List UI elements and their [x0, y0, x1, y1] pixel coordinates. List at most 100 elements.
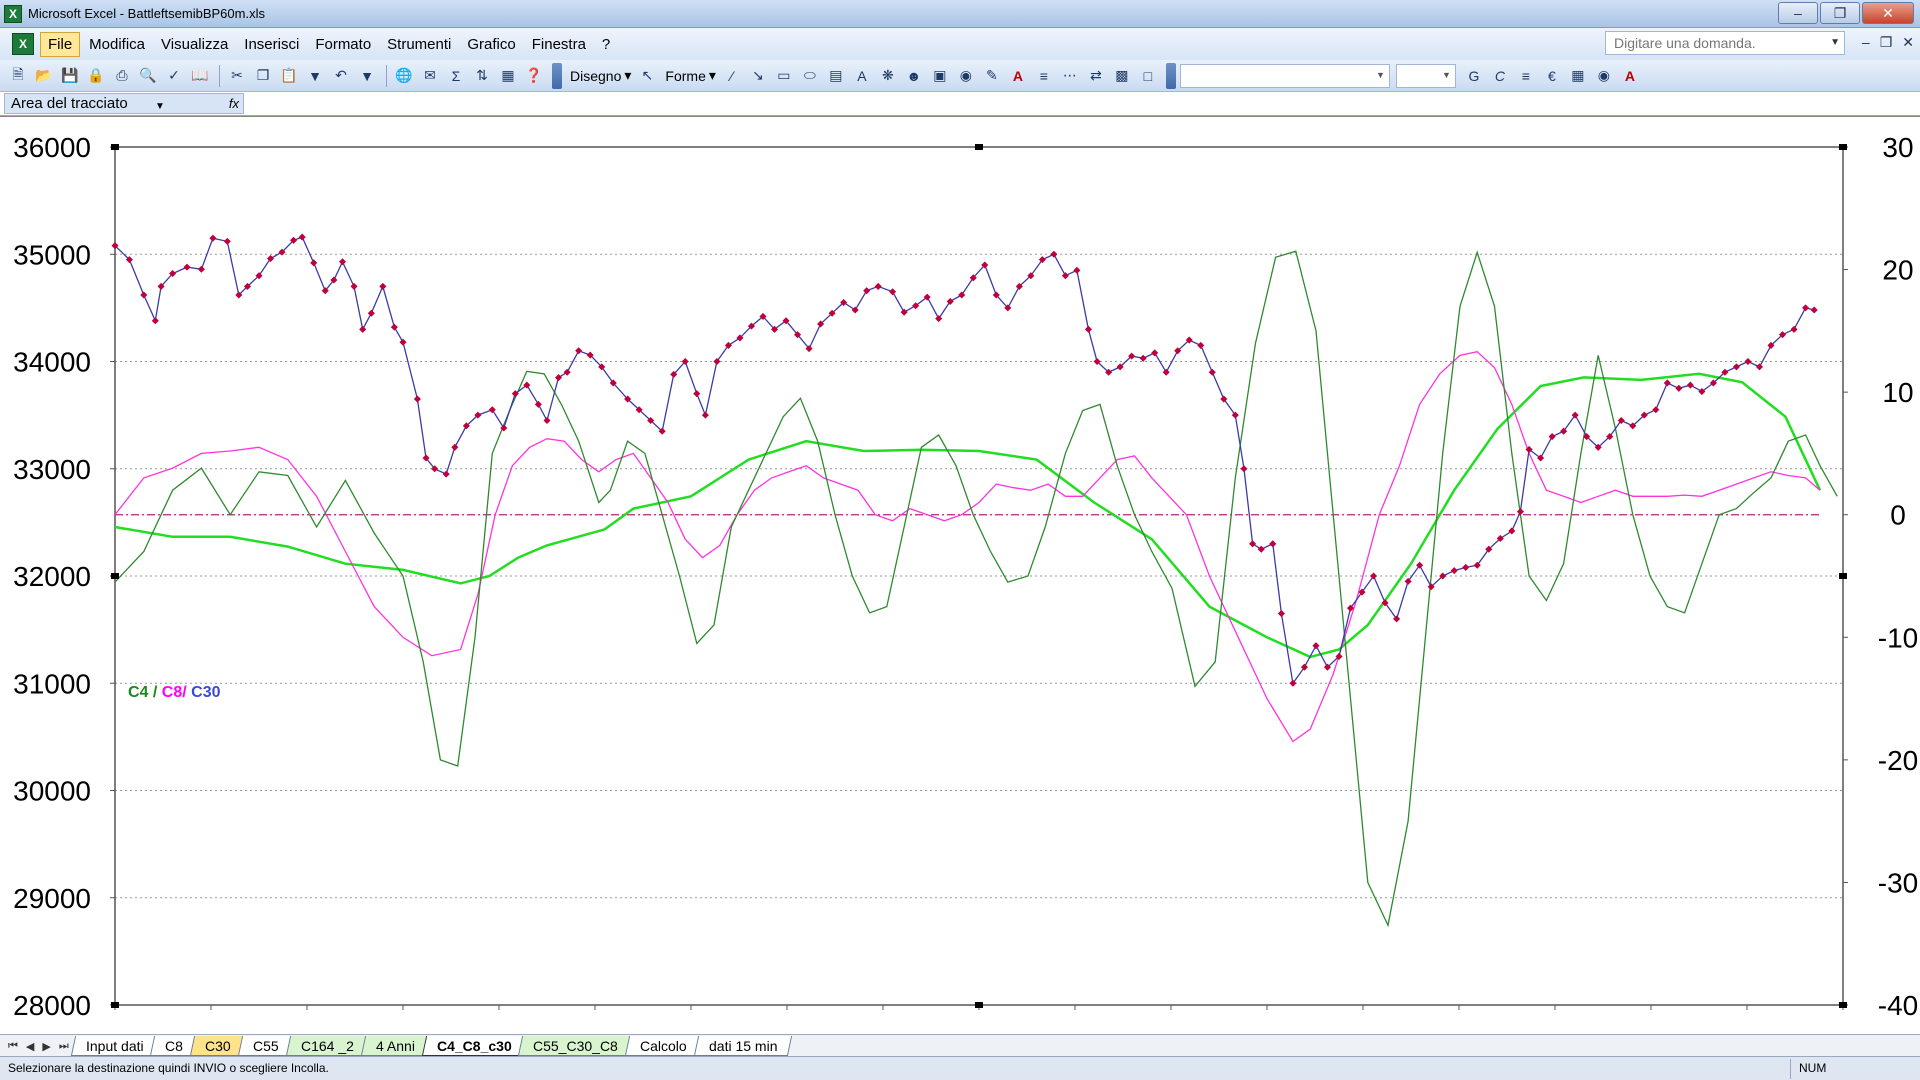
diagram-icon[interactable]: ❋ — [876, 64, 900, 88]
series-price-line — [114, 236, 1815, 685]
cut-icon[interactable]: ✂ — [225, 64, 249, 88]
save-icon[interactable]: 💾 — [58, 64, 82, 88]
sheet-tab[interactable]: C4_C8_c30 — [421, 1036, 527, 1056]
print-icon[interactable]: ⎙ — [110, 64, 134, 88]
euro-icon[interactable]: € — [1540, 64, 1564, 88]
workbook-window-controls: – ❐ ✕ — [1862, 34, 1914, 51]
y-left-tick-label: 28000 — [13, 990, 91, 1021]
shapes-menu[interactable]: Forme ▾ — [661, 67, 719, 84]
picture-icon[interactable]: ▣ — [928, 64, 952, 88]
select-objects-icon[interactable]: ↖ — [635, 64, 659, 88]
workbook-restore-button[interactable]: ❐ — [1880, 34, 1893, 51]
autosum-icon[interactable]: Σ — [444, 64, 468, 88]
next-sheet-icon[interactable]: ▶ — [42, 1040, 50, 1053]
oval-icon[interactable]: ⬭ — [798, 64, 822, 88]
toolbar-grip[interactable] — [1165, 62, 1176, 89]
hyperlink-icon[interactable]: 🌐 — [392, 64, 416, 88]
menu-help[interactable]: ? — [595, 33, 617, 56]
open-icon[interactable]: 📂 — [32, 64, 56, 88]
font-size-select[interactable]: ▼ — [1395, 63, 1456, 88]
wordart-icon[interactable]: A — [850, 64, 874, 88]
arrow-style-icon[interactable]: ⇄ — [1084, 64, 1108, 88]
close-button[interactable]: ✕ — [1862, 2, 1914, 24]
copy-icon[interactable]: ❐ — [251, 64, 275, 88]
first-sheet-icon[interactable]: ⏮ — [8, 1040, 18, 1053]
menu-inserisci[interactable]: Inserisci — [237, 33, 306, 56]
last-sheet-icon[interactable]: ⏭ — [59, 1040, 69, 1053]
menu-finestra[interactable]: Finestra — [525, 33, 593, 56]
chevron-down-icon[interactable]: ▼ — [155, 97, 165, 116]
workbook-icon[interactable]: X — [12, 33, 34, 55]
sheet-tab[interactable]: C55_C30_C8 — [518, 1036, 634, 1056]
format-painter-icon[interactable]: ▼ — [303, 64, 327, 88]
sort-icon[interactable]: ⇅ — [470, 64, 494, 88]
help-icon[interactable]: ❓ — [522, 64, 546, 88]
prev-sheet-icon[interactable]: ◀ — [26, 1040, 34, 1053]
research-icon[interactable]: 📖 — [188, 64, 212, 88]
align-icon[interactable]: ≡ — [1514, 64, 1538, 88]
menu-formato[interactable]: Formato — [308, 33, 378, 56]
sheet-tab[interactable]: C164 _2 — [285, 1036, 369, 1056]
new-icon[interactable]: 🗎 — [6, 64, 30, 88]
ask-question-input[interactable]: Digitare una domanda. ▼ — [1605, 31, 1845, 55]
spelling-icon[interactable]: ✓ — [162, 64, 186, 88]
sheet-tab[interactable]: dati 15 min — [693, 1036, 793, 1056]
menu-modifica[interactable]: Modifica — [82, 33, 152, 56]
name-box[interactable]: Area del tracciato ▼ fx — [4, 93, 244, 114]
bold-icon[interactable]: G — [1462, 64, 1486, 88]
menu-visualizza[interactable]: Visualizza — [154, 33, 235, 56]
selection-handle — [111, 144, 119, 150]
fill-color-icon[interactable]: ◉ — [1592, 64, 1616, 88]
font-name-select[interactable]: ▼ — [1179, 63, 1390, 88]
menu-file[interactable]: File — [40, 31, 81, 57]
menu-grafico[interactable]: Grafico — [460, 33, 522, 56]
undo-icon[interactable]: ↶ — [329, 64, 353, 88]
borders-icon[interactable]: ▦ — [1566, 64, 1590, 88]
caret-down-icon: ▾ — [624, 67, 632, 83]
redo-icon[interactable]: ▼ — [355, 64, 379, 88]
restore-button[interactable]: ❐ — [1820, 2, 1860, 24]
email-icon[interactable]: ✉ — [418, 64, 442, 88]
sheet-tab[interactable]: Input dati — [70, 1036, 159, 1056]
name-box-bar: Area del tracciato ▼ fx — [0, 92, 1920, 116]
line-color-icon[interactable]: ✎ — [980, 64, 1004, 88]
chart-sheet[interactable]: 36000 35000 34000 33000 32000 31000 30000 29000… — [0, 116, 1920, 1034]
chevron-down-icon[interactable]: ▼ — [1830, 37, 1840, 48]
excel-window: X Microsoft Excel - BattleftsemibBP60m.x… — [0, 0, 1920, 1080]
fx-icon[interactable]: fx — [229, 94, 239, 113]
workbook-close-button[interactable]: ✕ — [1902, 34, 1914, 51]
permission-icon[interactable]: 🔒 — [84, 64, 108, 88]
paste-icon[interactable]: 📋 — [277, 64, 301, 88]
sheet-tab[interactable]: 4 Anni — [360, 1036, 430, 1056]
sheet-tab[interactable]: Calcolo — [624, 1036, 702, 1056]
price-point — [946, 297, 954, 305]
menu-strumenti[interactable]: Strumenti — [380, 33, 458, 56]
textbox-icon[interactable]: ▤ — [824, 64, 848, 88]
drawing-menu[interactable]: Disegno ▾ — [566, 67, 635, 84]
price-point — [223, 237, 231, 245]
minimize-button[interactable]: – — [1778, 2, 1818, 24]
dash-style-icon[interactable]: ⋯ — [1058, 64, 1082, 88]
price-point — [1050, 250, 1058, 258]
line-icon[interactable]: ∕ — [720, 64, 744, 88]
rectangle-icon[interactable]: ▭ — [772, 64, 796, 88]
arrow-icon[interactable]: ↘ — [746, 64, 770, 88]
selection-handle — [1839, 144, 1847, 150]
toolbar: 🗎 📂 💾 🔒 ⎙ 🔍 ✓ 📖 ✂ ❐ 📋 ▼ ↶ ▼ 🌐 ✉ Σ ⇅ ▦ ❓ … — [0, 60, 1920, 92]
excel-app-icon[interactable]: X — [4, 4, 22, 23]
font-color-icon[interactable]: A — [1006, 64, 1030, 88]
chart-wizard-icon[interactable]: ▦ — [496, 64, 520, 88]
line-style-icon[interactable]: ≡ — [1032, 64, 1056, 88]
fill-color-icon[interactable]: ◉ — [954, 64, 978, 88]
workbook-minimize-button[interactable]: – — [1862, 34, 1870, 51]
price-point — [1277, 610, 1285, 618]
toolbar-grip[interactable] — [552, 62, 562, 89]
clipart-icon[interactable]: ☻ — [902, 64, 926, 88]
italic-icon[interactable]: C — [1488, 64, 1512, 88]
chart[interactable]: 36000 35000 34000 33000 32000 31000 30000 29000… — [0, 117, 1920, 1035]
shadow-icon[interactable]: ▩ — [1110, 64, 1134, 88]
price-point — [1073, 266, 1081, 274]
3d-icon[interactable]: □ — [1136, 64, 1160, 88]
font-color-icon[interactable]: A — [1618, 64, 1642, 88]
print-preview-icon[interactable]: 🔍 — [136, 64, 160, 88]
